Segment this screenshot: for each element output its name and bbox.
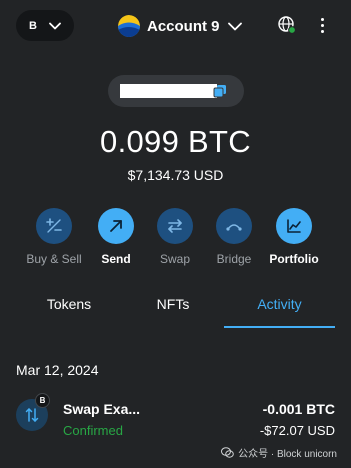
- buy-sell-label: Buy & Sell: [26, 252, 82, 266]
- portfolio-chart-icon: [287, 219, 301, 233]
- swap-arrows-icon: [25, 408, 39, 422]
- portfolio-label: Portfolio: [269, 252, 319, 266]
- portfolio-button[interactable]: Portfolio: [264, 208, 324, 266]
- transaction-amount: -0.001 BTC: [262, 401, 335, 417]
- network-label: B: [29, 19, 37, 32]
- chevron-down-icon: [227, 22, 242, 30]
- watermark-text: 公众号 · Block unicorn: [238, 449, 337, 460]
- wechat-icon: [221, 447, 234, 458]
- fiat-balance: $7,134.73 USD: [127, 167, 224, 183]
- crypto-balance: 0.099 BTC: [100, 124, 251, 159]
- buy-sell-icon: [46, 218, 62, 233]
- list-item[interactable]: B Swap Exa... Confirmed -0.001 BTC -$72.…: [16, 393, 335, 444]
- bridge-label: Bridge: [216, 252, 252, 266]
- watermark: 公众号 · Block unicorn: [221, 445, 337, 460]
- transaction-status: Confirmed: [63, 423, 123, 438]
- account-name: Account 9: [147, 17, 220, 35]
- active-tab-indicator: [224, 326, 335, 328]
- transaction-title: Swap Exa...: [63, 401, 141, 417]
- tab-nfts[interactable]: NFTs: [120, 296, 226, 328]
- buy-sell-button[interactable]: Buy & Sell: [24, 208, 84, 266]
- swap-icon: [168, 219, 182, 233]
- tab-activity[interactable]: Activity: [224, 296, 335, 328]
- account-selector[interactable]: Account 9: [118, 13, 242, 39]
- action-buttons: Buy & Sell Send Swap Bridge Portfolio: [24, 208, 327, 270]
- network-badge: B: [35, 393, 50, 408]
- activity-date: Mar 12, 2024: [16, 362, 99, 378]
- transaction-fiat-amount: -$72.07 USD: [259, 423, 335, 438]
- send-label: Send: [101, 252, 131, 266]
- account-avatar: [118, 15, 140, 37]
- copy-icon: [213, 85, 226, 98]
- swap-label: Swap: [159, 252, 191, 266]
- send-button[interactable]: Send: [86, 208, 146, 266]
- bridge-icon: [226, 224, 242, 231]
- bridge-button[interactable]: Bridge: [204, 208, 264, 266]
- tab-bar: Tokens NFTs Activity: [0, 296, 351, 328]
- send-arrow-icon: [110, 220, 122, 232]
- address-copy-pill[interactable]: [108, 75, 244, 107]
- chevron-down-icon: [49, 22, 61, 29]
- swap-button[interactable]: Swap: [145, 208, 205, 266]
- address-redaction: [120, 84, 217, 98]
- more-options-icon[interactable]: [316, 16, 328, 34]
- globe-connection-icon[interactable]: [278, 16, 296, 34]
- tab-tokens[interactable]: Tokens: [16, 296, 122, 328]
- network-selector[interactable]: B: [16, 10, 74, 41]
